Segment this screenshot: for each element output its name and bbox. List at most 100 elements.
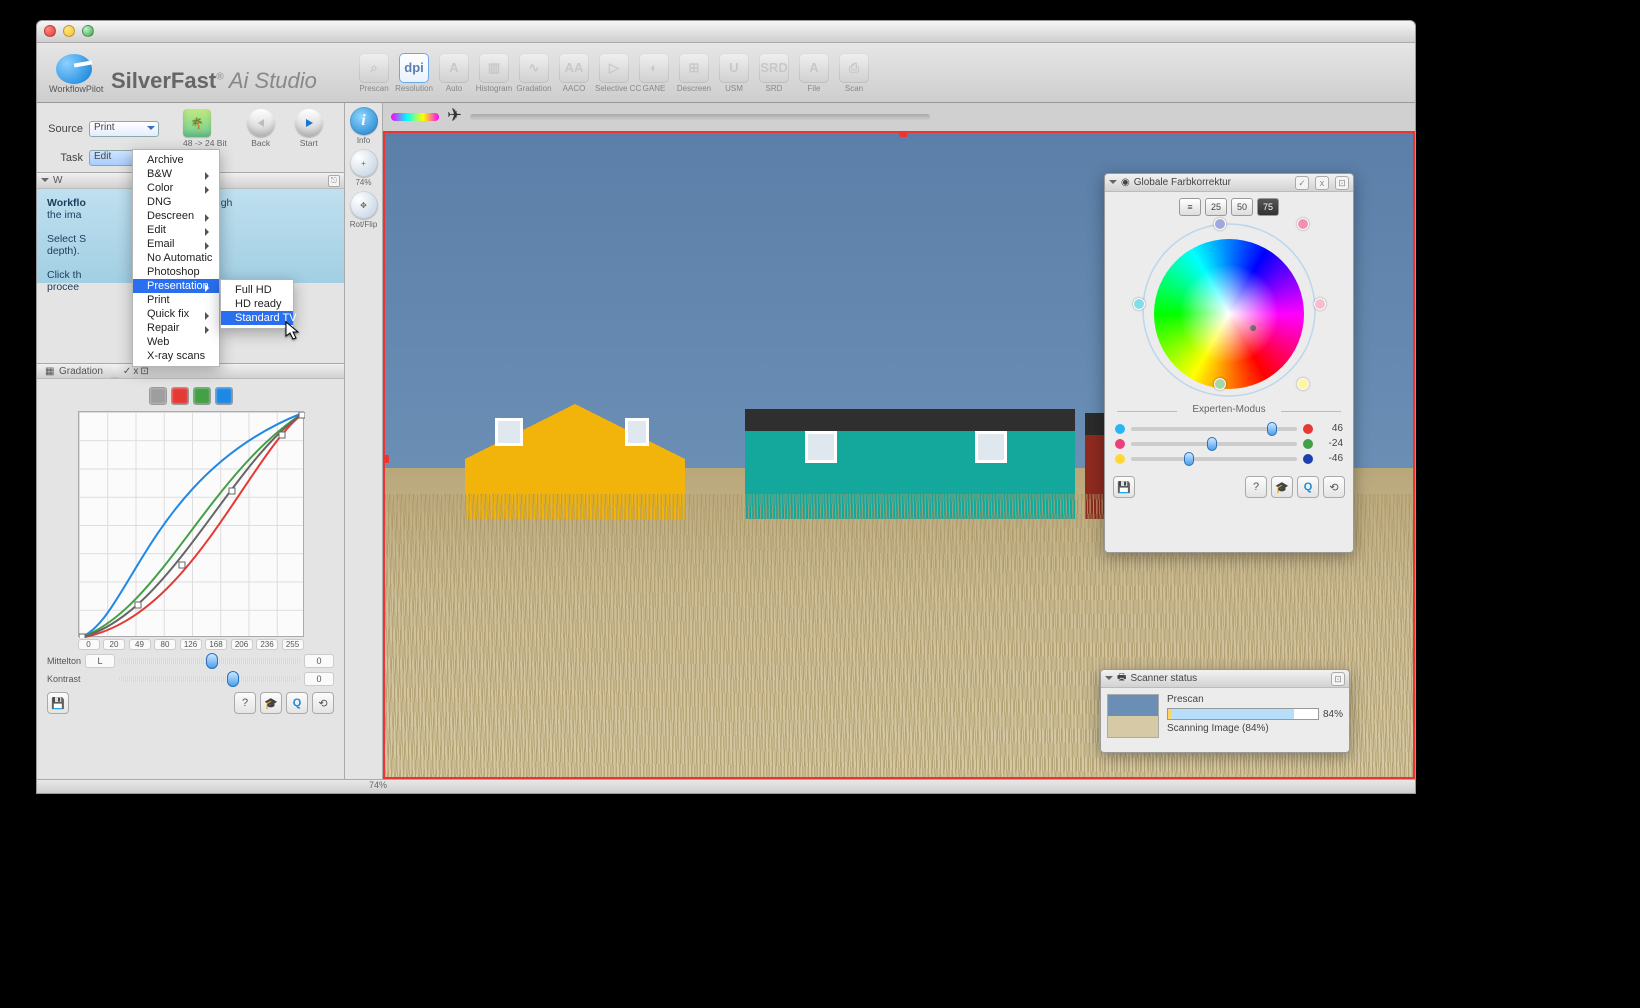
- mittelton-slider[interactable]: [119, 658, 300, 664]
- save-preset-icon[interactable]: 💾: [1113, 476, 1135, 498]
- expand-icon[interactable]: ⊡: [1331, 672, 1345, 686]
- srd-icon: SRD: [759, 53, 789, 83]
- close-icon[interactable]: x: [133, 366, 138, 377]
- tool-scan[interactable]: ⎙Scan: [835, 53, 873, 93]
- menu-item-email[interactable]: Email: [133, 237, 219, 251]
- titlebar[interactable]: [37, 21, 1415, 43]
- mittelton-value[interactable]: 0: [304, 654, 334, 668]
- tool-selcc[interactable]: ▷Selective CC: [595, 53, 633, 93]
- tool-histogram[interactable]: ▥Histogram: [475, 53, 513, 93]
- tool-gane[interactable]: ◐GANE: [635, 53, 673, 93]
- menu-item-presentation[interactable]: Presentation: [133, 279, 219, 293]
- menu-item-b&w[interactable]: B&W: [133, 167, 219, 181]
- close-icon[interactable]: [44, 25, 56, 37]
- menu-item-no-automatic[interactable]: No Automatic: [133, 251, 219, 265]
- wheel-handle[interactable]: [1314, 298, 1326, 310]
- submenu-item-hd-ready[interactable]: HD ready: [221, 297, 293, 311]
- tool-resolution[interactable]: dpiResolution: [395, 53, 433, 93]
- tool-prescan[interactable]: ⌕Prescan: [355, 53, 393, 93]
- menu-item-dng[interactable]: DNG: [133, 195, 219, 209]
- tool-srd[interactable]: SRDSRD: [755, 53, 793, 93]
- plane-icon[interactable]: ✈: [447, 105, 462, 126]
- check-icon[interactable]: ✓: [1295, 176, 1309, 190]
- kontrast-slider[interactable]: [119, 676, 300, 682]
- back-button[interactable]: Back: [247, 109, 275, 148]
- menu-item-photoshop[interactable]: Photoshop: [133, 265, 219, 279]
- zoom-icon[interactable]: [82, 25, 94, 37]
- pin-icon[interactable]: ⎋: [328, 175, 340, 187]
- reset-icon[interactable]: ⟲: [312, 692, 334, 714]
- channel-chips[interactable]: [47, 387, 334, 405]
- channel-chip-3[interactable]: [215, 387, 233, 405]
- presentation-submenu[interactable]: Full HDHD readyStandard TV: [220, 279, 294, 329]
- gcc-slider[interactable]: -46: [1105, 451, 1353, 466]
- mittelton-mode[interactable]: L: [85, 654, 115, 668]
- wheel-handle[interactable]: [1133, 298, 1145, 310]
- wheel-handle[interactable]: [1214, 378, 1226, 390]
- quicktime-icon[interactable]: Q: [1297, 476, 1319, 498]
- preview-thumb[interactable]: 🌴 48 -> 24 Bit: [183, 109, 227, 148]
- crop-handle-icon[interactable]: [899, 131, 907, 137]
- tool-file[interactable]: AFile: [795, 53, 833, 93]
- menu-item-print[interactable]: Print: [133, 293, 219, 307]
- workflowpilot-button[interactable]: WorkflowPilot: [49, 54, 99, 94]
- menu-item-color[interactable]: Color: [133, 181, 219, 195]
- zoom-bar: ✈: [383, 103, 1415, 131]
- channel-chip-0[interactable]: [149, 387, 167, 405]
- wheel-cursor[interactable]: [1250, 325, 1256, 331]
- expert-icon[interactable]: 🎓: [260, 692, 282, 714]
- kontrast-value[interactable]: 0: [304, 672, 334, 686]
- menu-item-x-ray-scans[interactable]: X-ray scans: [133, 349, 219, 363]
- gcc-strength-tabs[interactable]: ≡255075: [1105, 192, 1353, 220]
- close-icon[interactable]: x: [1315, 176, 1329, 190]
- gcc-slider[interactable]: 46: [1105, 421, 1353, 436]
- gcc-tab-≡[interactable]: ≡: [1179, 198, 1201, 216]
- submenu-item-full-hd[interactable]: Full HD: [221, 283, 293, 297]
- start-button[interactable]: Start: [295, 109, 323, 148]
- reset-icon[interactable]: ⟲: [1323, 476, 1345, 498]
- submenu-item-standard-tv[interactable]: Standard TV: [221, 311, 293, 325]
- global-color-correction-panel[interactable]: ◉Globale Farbkorrektur✓x⊡ ≡255075 Expert…: [1104, 173, 1354, 553]
- gcc-slider[interactable]: -24: [1105, 436, 1353, 451]
- channel-chip-1[interactable]: [171, 387, 189, 405]
- wheel-handle[interactable]: [1297, 378, 1309, 390]
- tool-auto[interactable]: AAuto: [435, 53, 473, 93]
- gcc-tab-25[interactable]: 25: [1205, 198, 1227, 216]
- scanner-status-panel[interactable]: 🖶Scanner status⊡ Prescan 84% Scanning Im…: [1100, 669, 1350, 753]
- menu-item-web[interactable]: Web: [133, 335, 219, 349]
- menu-item-descreen[interactable]: Descreen: [133, 209, 219, 223]
- help-icon[interactable]: ?: [1245, 476, 1267, 498]
- menu-item-edit[interactable]: Edit: [133, 223, 219, 237]
- info-icon: i: [350, 107, 378, 135]
- tool-descreen[interactable]: ⊞Descreen: [675, 53, 713, 93]
- color-wheel[interactable]: [1139, 220, 1319, 400]
- tool-aaco[interactable]: AAAACO: [555, 53, 593, 93]
- gcc-tab-50[interactable]: 50: [1231, 198, 1253, 216]
- wheel-handle[interactable]: [1214, 218, 1226, 230]
- menu-item-archive[interactable]: Archive: [133, 153, 219, 167]
- check-icon[interactable]: ✓: [123, 366, 131, 377]
- source-label: Source: [43, 123, 83, 135]
- curve-editor[interactable]: [78, 411, 304, 637]
- tool-usm[interactable]: UUSM: [715, 53, 753, 93]
- vtool-rot[interactable]: ✥Rot/Flip: [350, 191, 378, 229]
- expand-icon[interactable]: ⊡: [140, 366, 148, 377]
- gcc-tab-75[interactable]: 75: [1257, 198, 1279, 216]
- source-dropdown[interactable]: Print: [89, 121, 159, 137]
- progress-track[interactable]: [470, 114, 930, 120]
- vtool-zoom[interactable]: +74%: [350, 149, 378, 187]
- help-icon[interactable]: ?: [234, 692, 256, 714]
- menu-item-repair[interactable]: Repair: [133, 321, 219, 335]
- task-menu[interactable]: ArchiveB&WColorDNGDescreenEditEmailNo Au…: [132, 149, 220, 367]
- menu-item-quick-fix[interactable]: Quick fix: [133, 307, 219, 321]
- vtool-info[interactable]: iInfo: [350, 107, 378, 145]
- minimize-icon[interactable]: [63, 25, 75, 37]
- wheel-handle[interactable]: [1297, 218, 1309, 230]
- expand-icon[interactable]: ⊡: [1335, 176, 1349, 190]
- quicktime-icon[interactable]: Q: [286, 692, 308, 714]
- crop-handle-icon[interactable]: [383, 455, 389, 463]
- save-preset-icon[interactable]: 💾: [47, 692, 69, 714]
- expert-icon[interactable]: 🎓: [1271, 476, 1293, 498]
- tool-gradation[interactable]: ∿Gradation: [515, 53, 553, 93]
- channel-chip-2[interactable]: [193, 387, 211, 405]
